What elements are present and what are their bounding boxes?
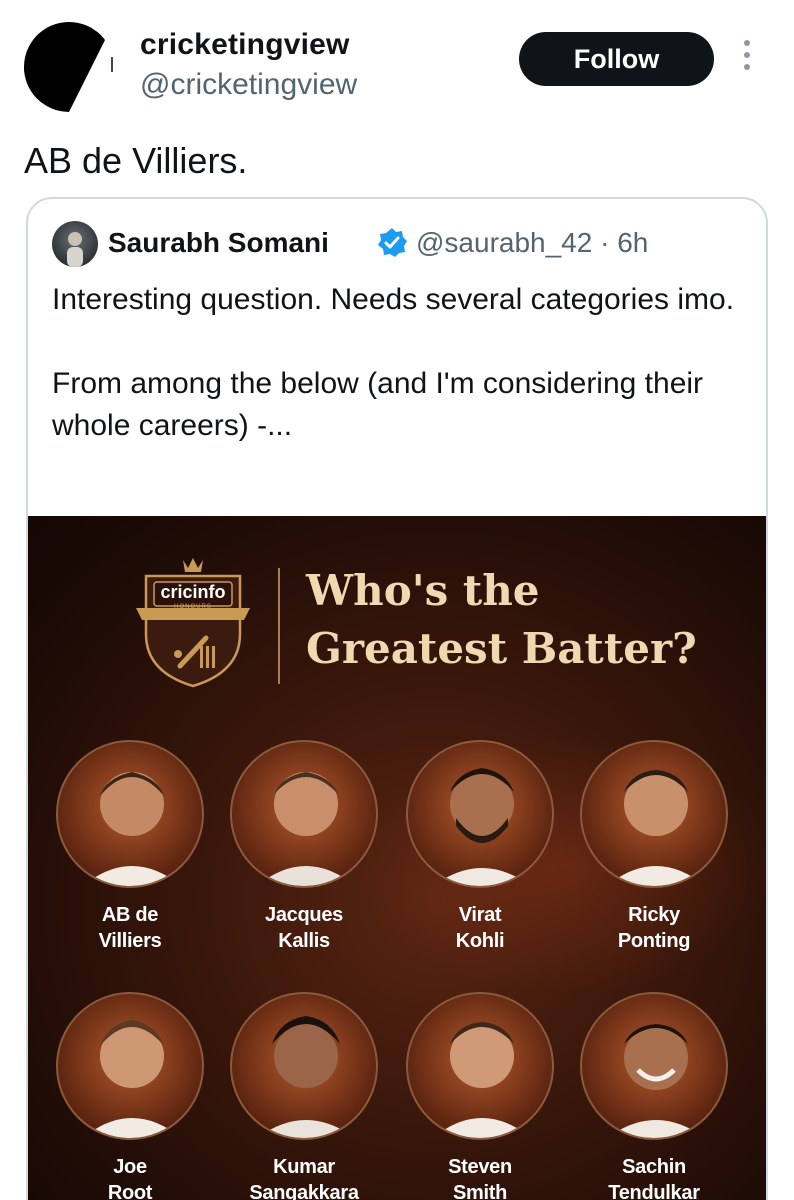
player-card: Ricky Ponting	[576, 740, 732, 954]
quoted-tweet[interactable]: Saurabh Somani @saurabh_42 · 6h Interest…	[26, 197, 768, 1200]
player-card: Joe Root	[52, 992, 208, 1200]
player-portrait	[230, 740, 378, 888]
player-card: Virat Kohli	[402, 740, 558, 954]
player-portrait	[56, 992, 204, 1140]
player-portrait	[580, 740, 728, 888]
player-card: Sachin Tendulkar	[576, 992, 732, 1200]
user-handle[interactable]: @cricketingview	[140, 68, 357, 102]
player-portrait	[406, 992, 554, 1140]
player-card: AB de Villiers	[52, 740, 208, 954]
verified-badge-icon	[376, 227, 408, 259]
poster-title-line-2: Greatest Batter?	[306, 624, 697, 673]
tweet-text: AB de Villiers.	[24, 140, 248, 181]
player-portrait	[56, 740, 204, 888]
quoted-paragraph-1: Interesting question. Needs several cate…	[52, 283, 735, 316]
player-portrait	[230, 992, 378, 1140]
quoted-handle-time[interactable]: @saurabh_42 · 6h	[416, 227, 648, 259]
poster-divider	[278, 568, 280, 684]
player-name: Kumar Sangakkara	[249, 1156, 359, 1200]
user-display-name[interactable]: cricketingview	[140, 28, 350, 62]
more-vertical-icon[interactable]	[737, 40, 757, 80]
player-name: Steven Smith	[448, 1156, 512, 1200]
player-card: Kumar Sangakkara	[226, 992, 382, 1200]
poster-image[interactable]: cricinfo HONOURS Who's the Greatest Batt…	[28, 516, 766, 1200]
player-name: Sachin Tendulkar	[608, 1156, 700, 1200]
logo-subtext: HONOURS	[174, 604, 212, 610]
player-name: Virat Kohli	[455, 904, 505, 952]
quoted-display-name[interactable]: Saurabh Somani	[108, 227, 329, 259]
player-name: Ricky Ponting	[617, 904, 691, 952]
player-name: AB de Villiers	[98, 904, 162, 952]
follow-button[interactable]: Follow	[519, 32, 714, 86]
player-portrait	[406, 740, 554, 888]
player-portrait	[580, 992, 728, 1140]
cricinfo-honours-logo: cricinfo HONOURS	[128, 554, 258, 690]
quoted-paragraph-2: From among the below (and I'm considerin…	[52, 367, 704, 442]
player-name: Joe Root	[107, 1156, 153, 1200]
quoted-text: Interesting question. Needs several cate…	[52, 279, 742, 447]
poster-title-line-1: Who's the	[306, 566, 540, 615]
poster-title: Who's the Greatest Batter?	[306, 562, 697, 678]
quoted-avatar[interactable]	[52, 221, 98, 267]
player-name: Jacques Kallis	[265, 904, 343, 952]
player-card: Jacques Kallis	[226, 740, 382, 954]
logo-text: cricinfo	[160, 582, 226, 602]
player-card: Steven Smith	[402, 992, 558, 1200]
tweet-header: cricketingview @cricketingview Follow	[0, 0, 794, 120]
profile-avatar[interactable]	[24, 22, 114, 112]
